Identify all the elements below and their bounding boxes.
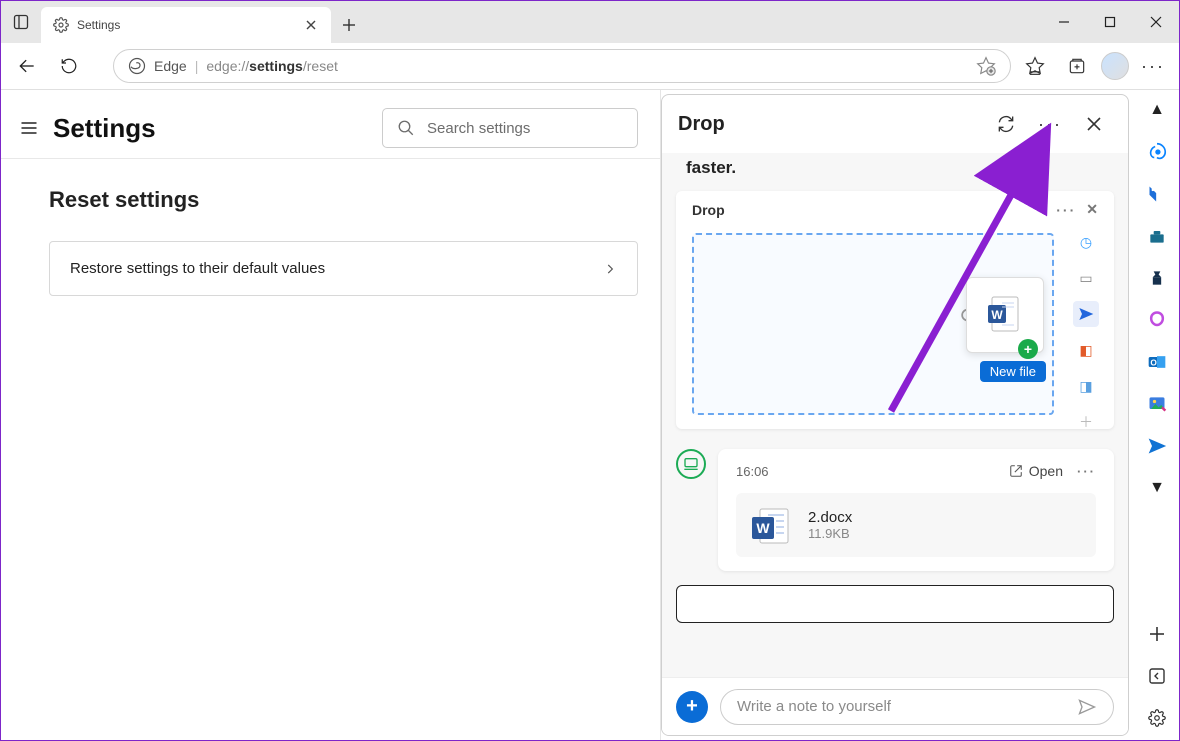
title-bar: Settings: [1, 1, 1179, 43]
sidebar-shopping-icon[interactable]: [1143, 180, 1171, 208]
reset-settings-item[interactable]: Restore settings to their default values: [49, 241, 638, 296]
file-size: 11.9KB: [808, 526, 852, 541]
settings-body: Reset settings Restore settings to their…: [1, 159, 660, 296]
chevron-up-icon[interactable]: ▲: [1143, 96, 1171, 124]
sidebar-collapse-button[interactable]: [1143, 662, 1171, 690]
drop-message-item: 16:06 Open ··· W: [676, 449, 1114, 571]
tab-title: Settings: [77, 18, 295, 32]
sidebar-drop-icon[interactable]: [1143, 432, 1171, 460]
illustration-new-file-label: New file: [980, 361, 1046, 382]
gear-icon: [53, 17, 69, 33]
app-menu-button[interactable]: ···: [1135, 48, 1171, 84]
sidebar-tools-icon[interactable]: [1143, 222, 1171, 250]
window-close-button[interactable]: [1133, 1, 1179, 43]
drop-close-button[interactable]: [1076, 106, 1112, 142]
edge-logo-icon: [128, 57, 146, 75]
compose-input[interactable]: Write a note to yourself: [720, 689, 1114, 725]
app-window: Settings Edge |: [0, 0, 1180, 741]
send-icon[interactable]: [1077, 697, 1097, 717]
file-more-button[interactable]: ···: [1077, 464, 1096, 479]
address-bar[interactable]: Edge | edge://settings/reset: [113, 49, 1011, 83]
drop-illustration: Drop ··· ✕ ◷ ▭ ◧ ◨ ＋: [676, 191, 1114, 429]
settings-header: Settings Search settings: [1, 90, 660, 159]
drop-more-button[interactable]: ···: [1032, 106, 1068, 142]
site-identity: Edge: [154, 58, 187, 74]
refresh-button[interactable]: [51, 48, 87, 84]
minimize-button[interactable]: [1041, 1, 1087, 43]
search-icon: [397, 119, 415, 137]
sidebar-games-icon[interactable]: [1143, 264, 1171, 292]
svg-text:W: W: [991, 308, 1003, 322]
drop-sync-button[interactable]: [988, 106, 1024, 142]
favorites-button[interactable]: [1017, 48, 1053, 84]
compose-add-button[interactable]: +: [676, 691, 708, 723]
sidebar-settings-button[interactable]: [1143, 704, 1171, 732]
tab-actions-button[interactable]: [1, 1, 41, 43]
sidebar-outlook-icon[interactable]: O: [1143, 348, 1171, 376]
illustration-sidebar: ◷ ▭ ◧ ◨ ＋: [1062, 229, 1110, 435]
svg-text:W: W: [756, 520, 770, 536]
file-row[interactable]: W 2.docx 11.9KB: [736, 493, 1096, 557]
settings-menu-button[interactable]: [15, 114, 43, 142]
drop-hint-text: faster.: [676, 153, 1114, 191]
drop-header: Drop ···: [662, 95, 1128, 153]
chevron-down-icon[interactable]: ▼: [1143, 474, 1171, 502]
word-doc-icon: W: [750, 505, 790, 545]
illustration-close-icon: ✕: [1086, 201, 1098, 218]
new-tab-button[interactable]: [331, 7, 367, 43]
page-title: Settings: [53, 113, 372, 144]
message-input-placeholder[interactable]: [676, 585, 1114, 623]
sidebar-m365-icon[interactable]: [1143, 306, 1171, 334]
open-file-button[interactable]: Open: [1009, 463, 1063, 479]
chevron-right-icon: [603, 262, 617, 276]
sidebar-add-button[interactable]: [1143, 620, 1171, 648]
url-text: edge://settings/reset: [206, 58, 338, 74]
back-button[interactable]: [9, 48, 45, 84]
compose-bar: + Write a note to yourself: [662, 677, 1128, 735]
illustration-more-icon: ···: [1056, 202, 1076, 218]
maximize-button[interactable]: [1087, 1, 1133, 43]
drop-body: faster. Drop ··· ✕ ◷ ▭: [662, 153, 1128, 677]
drop-title: Drop: [678, 113, 980, 136]
settings-page: Settings Search settings Reset settings …: [1, 90, 661, 740]
sidebar-bing-icon[interactable]: [1143, 138, 1171, 166]
profile-avatar[interactable]: [1101, 52, 1129, 80]
device-source-icon: [676, 449, 706, 479]
drop-panel: Drop ··· faster. Drop ··· ✕: [661, 94, 1129, 736]
file-time: 16:06: [736, 464, 769, 479]
file-card: 16:06 Open ··· W: [718, 449, 1114, 571]
favorite-add-icon[interactable]: [976, 56, 996, 76]
edge-sidebar: ▲ O ▼: [1135, 90, 1179, 740]
settings-search-input[interactable]: Search settings: [382, 108, 638, 148]
window-controls: [1041, 1, 1179, 43]
collections-button[interactable]: [1059, 48, 1095, 84]
section-heading: Reset settings: [49, 187, 638, 213]
sidebar-image-icon[interactable]: [1143, 390, 1171, 418]
file-name: 2.docx: [808, 509, 852, 526]
svg-text:O: O: [1150, 357, 1157, 367]
main-content: Settings Search settings Reset settings …: [1, 89, 1179, 740]
close-tab-button[interactable]: [303, 17, 319, 33]
browser-toolbar: Edge | edge://settings/reset ···: [1, 43, 1179, 89]
illustration-add-icon: +: [1018, 339, 1038, 359]
browser-tab[interactable]: Settings: [41, 7, 331, 43]
